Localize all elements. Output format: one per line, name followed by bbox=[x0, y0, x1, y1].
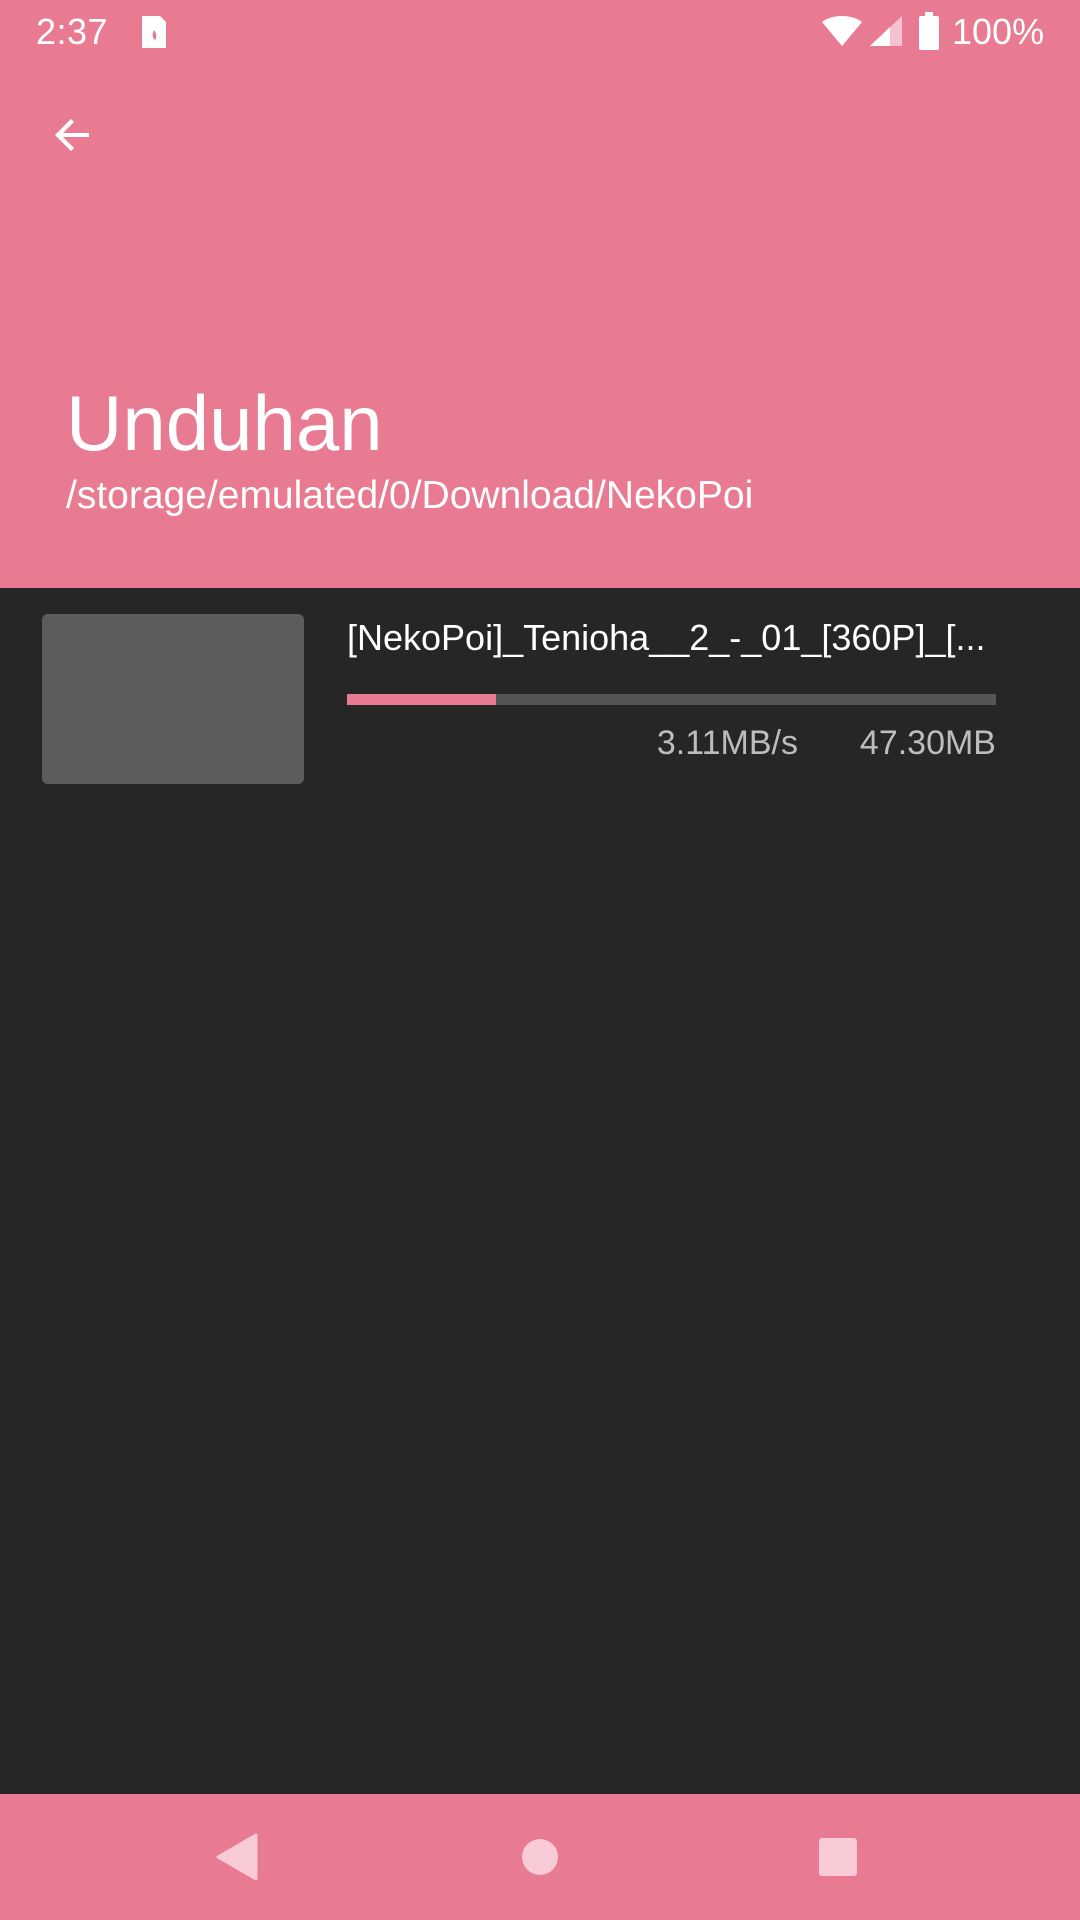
download-progress-bar bbox=[347, 694, 996, 705]
video-thumbnail bbox=[42, 614, 304, 784]
signal-icon bbox=[870, 16, 902, 46]
status-bar: 2:37 100% bbox=[0, 0, 1080, 64]
recents-square-icon bbox=[819, 1838, 857, 1876]
nav-back-button[interactable] bbox=[193, 1812, 283, 1902]
download-list-item[interactable]: [NekoPoi]_Tenioha__2_-_01_[360P]_[... 3.… bbox=[0, 588, 1080, 808]
file-name: [NekoPoi]_Tenioha__2_-_01_[360P]_[... bbox=[347, 617, 986, 658]
status-time: 2:37 bbox=[36, 11, 109, 52]
wifi-icon bbox=[822, 16, 862, 46]
notification-icon bbox=[142, 16, 166, 48]
arrow-back-icon bbox=[55, 119, 89, 151]
battery-icon bbox=[919, 12, 939, 50]
download-screen: 2:37 100% Unduhan /storage/emulated/0/Do… bbox=[0, 0, 1080, 1920]
app-header: 2:37 100% Unduhan /storage/emulated/0/Do… bbox=[0, 0, 1080, 588]
file-size: 47.30MB bbox=[859, 724, 996, 762]
back-triangle-icon bbox=[216, 1833, 258, 1881]
page-title: Unduhan bbox=[66, 379, 383, 467]
download-path: /storage/emulated/0/Download/NekoPoi bbox=[66, 474, 754, 517]
download-progress-fill bbox=[347, 694, 497, 705]
nav-recents-button[interactable] bbox=[793, 1812, 883, 1902]
home-circle-icon bbox=[522, 1839, 558, 1875]
battery-percent: 100% bbox=[952, 11, 1045, 52]
back-button[interactable] bbox=[30, 92, 116, 178]
system-nav-bar bbox=[0, 1794, 1080, 1920]
nav-home-button[interactable] bbox=[495, 1812, 585, 1902]
download-speed: 3.11MB/s bbox=[656, 724, 798, 762]
